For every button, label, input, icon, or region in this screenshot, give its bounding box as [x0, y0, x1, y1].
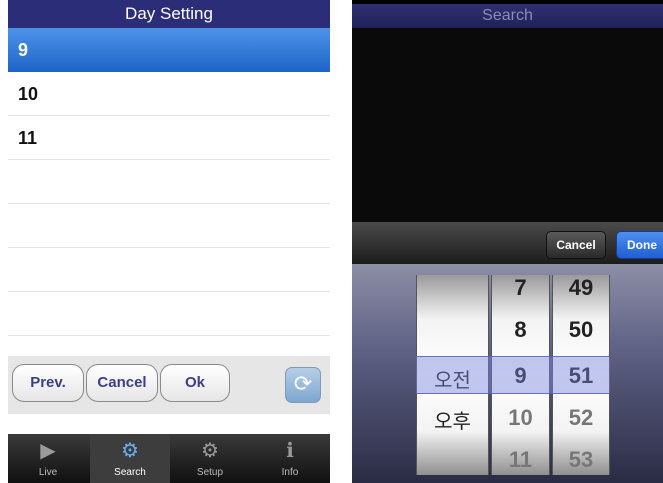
picker-toolbar: Cancel Done [352, 222, 663, 264]
tab-label: Info [281, 467, 299, 478]
day-row-9[interactable]: 9 [8, 28, 330, 72]
tab-info[interactable]: ℹ Info [250, 434, 330, 483]
tab-label: Setup [196, 467, 224, 478]
video-area [352, 28, 663, 222]
empty-row [8, 160, 330, 204]
play-icon: ▶ [40, 440, 56, 462]
gear-icon: ⚙ [121, 440, 139, 462]
tab-label: Live [38, 467, 58, 478]
day-row-10[interactable]: 10 [8, 72, 330, 116]
day-row-11[interactable]: 11 [8, 116, 330, 160]
action-bar: Prev. Cancel Ok ⟳ [8, 356, 330, 414]
refresh-icon: ⟳ [293, 371, 313, 396]
search-title: Search [352, 4, 663, 28]
tab-bar: ▶ Live ⚙ Search ⚙ Setup ℹ Info [8, 434, 330, 483]
empty-row [8, 204, 330, 248]
hour-option[interactable]: 7 [492, 275, 549, 301]
day-setting-panel: Day Setting 9 10 11 Prev. Cancel Ok ⟳ ▶ … [8, 0, 330, 483]
tab-search[interactable]: ⚙ Search [90, 434, 170, 483]
info-icon: ℹ [286, 440, 294, 462]
cancel-button[interactable]: Cancel [86, 364, 158, 402]
minute-option[interactable]: 53 [553, 447, 609, 473]
prev-button[interactable]: Prev. [12, 364, 84, 402]
picker-selection-indicator [416, 356, 610, 394]
hour-option[interactable]: 11 [492, 447, 549, 473]
ampm-option[interactable]: 오후 [417, 405, 488, 434]
hour-option[interactable]: 10 [492, 405, 549, 431]
minute-option[interactable]: 49 [553, 275, 609, 301]
empty-row [8, 248, 330, 292]
minute-option[interactable]: 52 [553, 405, 609, 431]
minute-option[interactable]: 50 [553, 317, 609, 343]
picker-done-button[interactable]: Done [616, 231, 663, 259]
empty-row [8, 292, 330, 336]
gear-icon: ⚙ [201, 440, 219, 462]
hour-option[interactable]: 8 [492, 317, 549, 343]
day-setting-title: Day Setting [8, 0, 330, 28]
refresh-button[interactable]: ⟳ [285, 367, 321, 403]
tab-live[interactable]: ▶ Live [8, 434, 88, 483]
picker-cancel-button[interactable]: Cancel [546, 231, 606, 259]
tab-label: Search [114, 467, 146, 478]
ok-button[interactable]: Ok [160, 364, 230, 402]
tab-setup[interactable]: ⚙ Setup [170, 434, 250, 483]
